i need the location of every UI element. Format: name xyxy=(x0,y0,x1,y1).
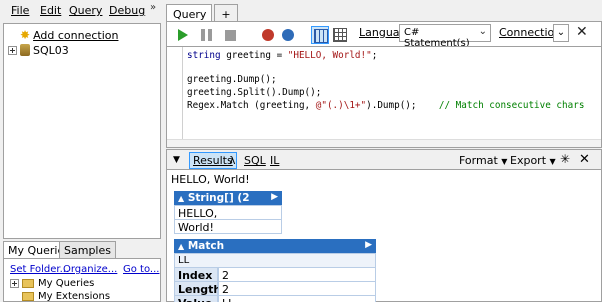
close-icon[interactable]: ✕ xyxy=(576,24,588,40)
grid-results-button[interactable] xyxy=(331,26,349,44)
string-item: HELLO, xyxy=(174,205,282,220)
match-val-value: LL xyxy=(218,295,376,302)
results-toolbar: ▼ Results λ SQL IL Format ▼ Export ▼ ✳ ✕ xyxy=(166,149,602,169)
chevron-down-icon: ⌄ xyxy=(478,26,487,37)
code-editor[interactable]: string greeting = "HELLO, World!"; greet… xyxy=(166,46,602,148)
match-key-index: Index xyxy=(174,267,218,282)
tab-lambda[interactable]: λ xyxy=(229,154,236,167)
expand-icon[interactable] xyxy=(8,45,17,55)
chevron-down-icon: ▼ xyxy=(501,157,508,166)
expand-arrow-icon: ▶ xyxy=(365,240,372,250)
folder-icon xyxy=(22,292,34,301)
match-value: LL xyxy=(174,253,376,268)
folder-icon xyxy=(22,279,34,288)
grid-icon xyxy=(333,28,347,42)
server-node[interactable]: SQL03 xyxy=(8,43,69,57)
server-label: SQL03 xyxy=(33,43,69,57)
play-icon xyxy=(178,29,188,41)
spinner-icon[interactable]: ✳ xyxy=(560,152,570,166)
language-select[interactable]: C# Statement(s) ⌄ xyxy=(399,24,491,49)
menu-query[interactable]: Query xyxy=(69,4,102,17)
match-key-length: Length xyxy=(174,281,221,296)
menu-edit[interactable]: Edit xyxy=(40,4,61,17)
collapse-icon: ▲ xyxy=(178,194,185,203)
folder-my-queries[interactable]: My Queries xyxy=(10,278,94,289)
export-menu[interactable]: Export ▼ xyxy=(510,154,556,167)
pause-button[interactable] xyxy=(197,26,215,44)
debug-options-button[interactable] xyxy=(279,26,297,44)
collapse-panel-button[interactable]: » xyxy=(150,2,156,13)
collapse-results-icon[interactable]: ▼ xyxy=(173,155,180,165)
stop-icon xyxy=(225,30,236,41)
connection-tree: ✸ Add connection SQL03 xyxy=(3,23,161,239)
columns-icon xyxy=(314,29,328,43)
tab-il[interactable]: IL xyxy=(270,154,279,167)
chevron-down-icon: ▼ xyxy=(549,157,556,166)
goto-link[interactable]: Go to... xyxy=(123,264,159,275)
code-line-3: greeting.Split().Dump(); xyxy=(187,87,322,98)
results-pane: HELLO, World! ▲ String[] (2 items) ▶ HEL… xyxy=(166,169,602,302)
close-icon[interactable]: ✕ xyxy=(579,152,590,167)
menu-bar: File Edit Query Debug » xyxy=(0,0,163,22)
match-key-value: Value xyxy=(174,295,218,302)
expand-arrow-icon: ▶ xyxy=(271,192,278,202)
connection-label: Connection xyxy=(499,26,562,39)
organize-link[interactable]: Organize... xyxy=(63,264,117,275)
add-connection-item[interactable]: ✸ Add connection xyxy=(8,28,118,42)
left-panel-tabs: My Queries Samples xyxy=(3,241,161,259)
tab-samples[interactable]: Samples xyxy=(59,241,116,259)
menu-file[interactable]: File xyxy=(11,4,29,17)
format-menu[interactable]: Format ▼ xyxy=(459,154,507,167)
rich-text-results-button[interactable] xyxy=(311,26,329,44)
database-icon xyxy=(20,44,30,56)
editor-gutter xyxy=(167,47,183,147)
debug-button[interactable] xyxy=(259,26,277,44)
stop-button[interactable] xyxy=(221,26,239,44)
string-item: World! xyxy=(174,219,282,234)
query-tabs: Query 1* + xyxy=(166,2,602,34)
match-val-length: 2 xyxy=(218,281,376,296)
folder-label: My Queries xyxy=(38,278,95,289)
string-array-header[interactable]: ▲ String[] (2 items) ▶ xyxy=(174,191,282,216)
folder-my-extensions[interactable]: My Extensions xyxy=(10,291,110,302)
bug-icon xyxy=(262,29,274,41)
expand-icon[interactable] xyxy=(10,279,19,288)
pause-icon xyxy=(201,29,215,41)
match-val-index: 2 xyxy=(218,267,376,282)
execute-button[interactable] xyxy=(173,26,191,44)
tab-sql[interactable]: SQL xyxy=(244,154,266,167)
code-line-4: Regex.Match (greeting, @"(.)\1+").Dump()… xyxy=(187,100,585,111)
menu-debug[interactable]: Debug xyxy=(109,4,145,17)
connection-select[interactable]: ⌄ xyxy=(553,24,569,42)
code-line-1: string greeting = "HELLO, World!"; xyxy=(187,50,378,61)
chevron-down-icon: ⌄ xyxy=(556,27,566,38)
text-output: HELLO, World! xyxy=(171,173,250,186)
folder-label: My Extensions xyxy=(38,291,111,302)
star-icon: ✸ xyxy=(20,28,31,42)
set-folder-link[interactable]: Set Folder... xyxy=(10,264,69,275)
add-connection-link[interactable]: Add connection xyxy=(33,29,118,42)
bug-icon xyxy=(282,29,294,41)
match-header[interactable]: ▲ Match ▶ xyxy=(174,239,376,253)
horizontal-scrollbar[interactable] xyxy=(167,139,601,147)
collapse-icon: ▲ xyxy=(178,242,185,251)
code-line-2: greeting.Dump(); xyxy=(187,74,277,85)
my-queries-panel: Set Folder... Organize... Go to... My Qu… xyxy=(3,258,161,302)
